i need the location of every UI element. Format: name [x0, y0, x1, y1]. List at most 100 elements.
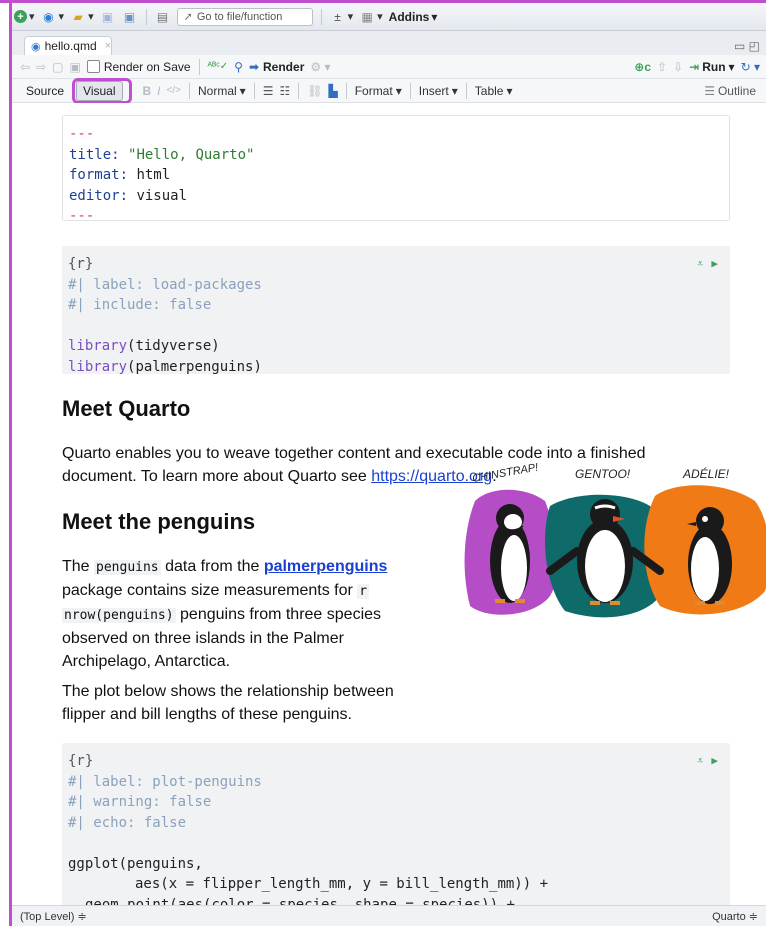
chevron-down-icon: ▾ — [377, 11, 383, 23]
yaml-key: title: — [69, 146, 120, 163]
function-args: (tidyverse) — [127, 338, 220, 354]
yaml-header-block[interactable]: --- title: "Hello, Quarto" format: html … — [62, 115, 730, 224]
close-icon[interactable]: × — [105, 40, 111, 52]
chunk-option: #| label: load-packages — [68, 276, 262, 293]
main-toolbar: + ▾ ◉ ▾ ▰ ▾ ▣ ▣ ▤ ➚ Go to file/function ± ▾ … — [12, 3, 766, 31]
source-mode-button[interactable]: Source — [20, 82, 70, 100]
image-icon[interactable]: ▙ — [328, 84, 337, 98]
chevron-down-icon: ▾ — [395, 83, 402, 98]
chevron-down-icon: ▾ — [88, 11, 94, 23]
toolbar-separator — [198, 58, 200, 75]
spellcheck-icon[interactable]: ᴬᴮᶜ✓ — [208, 61, 229, 72]
render-on-save-label: Render on Save — [103, 59, 191, 74]
git-button[interactable]: ± ▾ — [330, 7, 353, 27]
editor-statusbar: (Top Level) ≑ Quarto ≑ — [12, 905, 766, 926]
bullet-list-icon[interactable]: ☰ — [263, 84, 274, 98]
scope-selector[interactable]: (Top Level) ≑ — [20, 910, 87, 923]
text-line: The penguins data from the palmerpenguin… — [62, 555, 442, 579]
chunk-controls: ⩡ ▶ — [697, 751, 718, 772]
back-icon[interactable]: ⇦ — [20, 60, 30, 74]
chunk-option: #| include: false — [68, 297, 212, 313]
chunk-option: #| warning: false — [68, 794, 212, 810]
chevron-down-icon: ▾ — [451, 83, 458, 98]
visual-editor-document[interactable]: --- title: "Hello, Quarto" format: html … — [12, 103, 766, 905]
function-args: (color = species, shape = species)) + — [203, 896, 515, 906]
run-previous-chunks-icon[interactable]: ⩡ — [697, 254, 703, 275]
code-icon[interactable]: </> — [167, 85, 181, 96]
addins-label: Addins — [388, 9, 430, 24]
outline-toggle[interactable]: ☰ Outline — [704, 84, 756, 98]
adelie-label: ADÉLIE! — [682, 466, 730, 481]
text-line: package contains size measurements for r — [62, 579, 442, 603]
penguins-illustration: CHINSTRAP! GENTOO! ADÉLIE! — [464, 462, 766, 618]
paragraph-penguins-data: The penguins data from the palmerpenguin… — [62, 555, 442, 673]
format-menu[interactable]: Format ▾ — [355, 84, 402, 98]
insert-label: Insert — [418, 83, 449, 98]
code-chunk-plot-penguins[interactable]: ⩡ ▶ {r} #| label: plot-penguins #| warni… — [62, 743, 730, 905]
render-on-save-toggle[interactable]: Render on Save — [86, 59, 191, 74]
function-args: ( — [169, 896, 178, 906]
chevron-down-icon: ▾ — [728, 59, 735, 74]
print-icon[interactable]: ▤ — [155, 9, 171, 25]
toolbar-separator — [298, 82, 300, 99]
yaml-value: visual — [136, 187, 188, 204]
goto-arrow-icon: ➚ — [183, 11, 193, 23]
code-line: library(palmerpenguins) — [68, 357, 724, 378]
yaml-format-line: format: html — [69, 165, 723, 186]
new-file-button[interactable]: + ▾ — [14, 7, 35, 27]
render-on-save-checkbox[interactable] — [86, 60, 100, 73]
yaml-title-line: title: "Hello, Quarto" — [69, 145, 723, 166]
run-previous-chunks-icon[interactable]: ⩡ — [697, 751, 703, 772]
table-menu[interactable]: Table ▾ — [475, 84, 513, 98]
toolbar-separator — [465, 82, 467, 99]
workspace-panes-button[interactable]: ▦ ▾ — [359, 7, 383, 27]
numbered-list-icon[interactable]: ☷ — [279, 84, 290, 98]
text-span: penguins from three species — [175, 606, 382, 623]
rerun-icon[interactable]: ↻ ▾ — [741, 60, 760, 74]
run-button[interactable]: ⇥ Run ▾ — [689, 60, 734, 74]
block-style-label: Normal — [197, 83, 237, 98]
save-icon[interactable]: ▣ — [69, 60, 80, 74]
italic-icon[interactable]: I — [157, 84, 160, 98]
yaml-value: "Hello, Quarto" — [128, 146, 255, 163]
chevron-down-icon: ▾ — [506, 83, 513, 98]
project-icon: ◉ — [43, 9, 54, 24]
file-type-selector[interactable]: Quarto ≑ — [712, 910, 758, 923]
addins-menu[interactable]: Addins ▾ — [389, 7, 438, 27]
go-up-icon[interactable]: ⇧ — [657, 60, 667, 74]
pane-window-controls[interactable]: ▭ ◰ — [734, 39, 760, 53]
text-span: The — [62, 558, 95, 575]
search-icon[interactable]: ⚲ — [234, 60, 243, 74]
link-icon[interactable]: ⛓ — [307, 84, 322, 98]
goto-file-function-input[interactable]: ➚ Go to file/function — [176, 7, 313, 26]
show-in-window-icon[interactable]: ▢ — [52, 60, 63, 74]
gear-icon[interactable]: ⚙ ▾ — [310, 60, 330, 74]
quarto-file-icon: ◉ — [31, 40, 41, 53]
bold-icon[interactable]: B — [143, 84, 152, 98]
insert-chunk-icon[interactable]: ⊕c — [634, 60, 651, 74]
save-icon[interactable]: ▣ — [100, 9, 116, 25]
forward-icon[interactable]: ⇨ — [36, 60, 46, 74]
run-chunk-icon[interactable]: ▶ — [711, 254, 718, 275]
save-all-icon[interactable]: ▣ — [122, 9, 138, 25]
block-style-dropdown[interactable]: Normal ▾ — [198, 84, 246, 98]
code-chunk-load-packages[interactable]: ⩡ ▶ {r} #| label: load-packages #| inclu… — [62, 246, 730, 375]
table-label: Table — [474, 83, 504, 98]
yaml-key: format: — [69, 167, 129, 183]
new-project-button[interactable]: ◉ ▾ — [41, 7, 64, 27]
run-chunk-icon[interactable]: ▶ — [711, 751, 718, 772]
goto-placeholder: Go to file/function — [196, 10, 283, 23]
text-span: document. To learn more about Quarto see — [62, 468, 372, 485]
palmerpenguins-link[interactable]: palmerpenguins — [264, 558, 388, 575]
code-line: ggplot(penguins, — [68, 854, 724, 875]
insert-menu[interactable]: Insert ▾ — [419, 84, 458, 98]
gentoo-label: GENTOO! — [575, 467, 631, 481]
open-file-button[interactable]: ▰ ▾ — [70, 7, 94, 27]
run-arrow-icon: ⇥ — [689, 59, 700, 74]
outline-icon: ☰ — [704, 83, 715, 98]
tab-hello-qmd[interactable]: ◉ hello.qmd × — [24, 36, 112, 55]
toolbar-separator — [409, 82, 411, 99]
git-icon: ± — [334, 9, 341, 24]
go-down-icon[interactable]: ⇩ — [673, 60, 683, 74]
render-button[interactable]: ➡ Render — [249, 60, 304, 74]
